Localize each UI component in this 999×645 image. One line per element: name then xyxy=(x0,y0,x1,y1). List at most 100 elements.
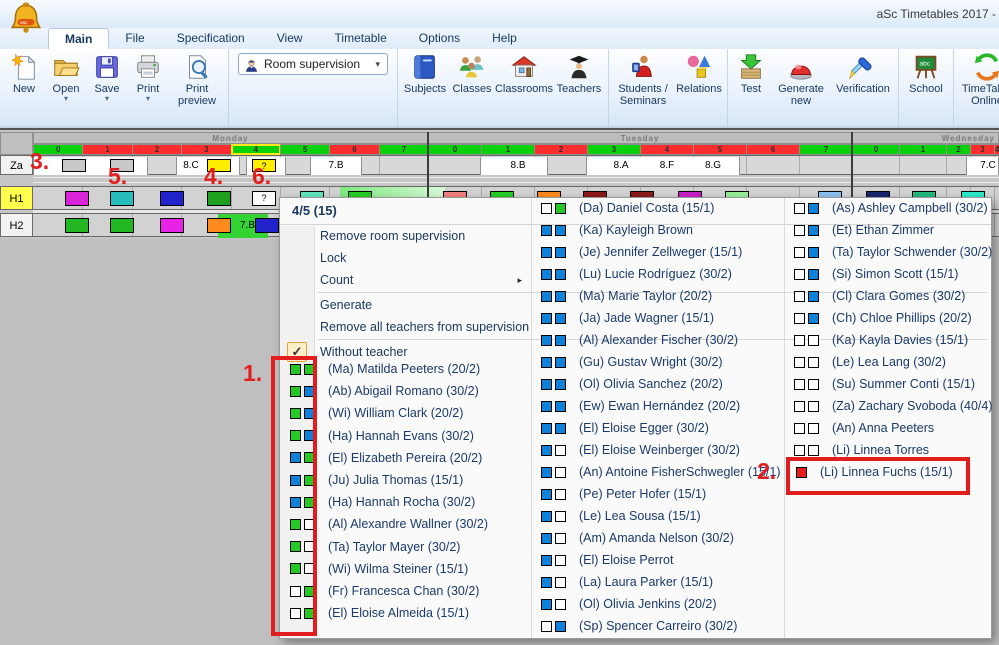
teacher-item[interactable]: (El) Elizabeth Pereira (20/2) xyxy=(280,447,540,469)
teachers-button[interactable]: Teachers xyxy=(553,50,605,95)
teacher-item[interactable]: (Ha) Hannah Evans (30/2) xyxy=(280,425,540,447)
period-cell-monday-2[interactable]: 2 xyxy=(132,144,182,155)
period-cell-wednesday-0[interactable]: 0 xyxy=(852,144,900,155)
supervision-slot[interactable] xyxy=(62,159,86,172)
period-cell-monday-6[interactable]: 6 xyxy=(329,144,379,155)
tab-help[interactable]: Help xyxy=(476,28,533,49)
teacher-item[interactable]: (Cl) Clara Gomes (30/2) xyxy=(784,285,999,307)
period-cell-monday-5[interactable]: 5 xyxy=(280,144,330,155)
teacher-item[interactable]: (Le) Lea Lang (30/2) xyxy=(784,351,999,373)
classrooms-button[interactable]: Classrooms xyxy=(495,50,553,95)
students-seminars-button[interactable]: Students / Seminars xyxy=(612,50,674,108)
teacher-item[interactable]: (Sp) Spencer Carreiro (30/2) xyxy=(531,615,794,637)
teacher-item[interactable]: (Wi) William Clark (20/2) xyxy=(280,402,540,424)
tab-specification[interactable]: Specification xyxy=(161,28,261,49)
teacher-item[interactable]: (Ju) Julia Thomas (15/1) xyxy=(280,469,540,491)
teacher-item[interactable]: (El) Eloise Weinberger (30/2) xyxy=(531,439,794,461)
period-cell-tuesday-0[interactable]: 0 xyxy=(428,144,482,155)
relations-button[interactable]: Relations xyxy=(674,50,724,95)
teacher-item[interactable]: (Am) Amanda Nelson (30/2) xyxy=(531,527,794,549)
duty-slot[interactable] xyxy=(207,191,231,206)
teacher-item[interactable]: (Su) Summer Conti (15/1) xyxy=(784,373,999,395)
teacher-item[interactable]: (Je) Jennifer Zellweger (15/1) xyxy=(531,241,794,263)
period-cell-tuesday-7[interactable]: 7 xyxy=(799,144,853,155)
teacher-item[interactable]: (Za) Zachary Svoboda (40/4) xyxy=(784,395,999,417)
subjects-button[interactable]: Subjects xyxy=(401,50,449,95)
generate-new-button[interactable]: Generate new xyxy=(771,50,831,108)
teacher-item[interactable]: (Ch) Chloe Phillips (20/2) xyxy=(784,307,999,329)
classes-button[interactable]: Classes xyxy=(449,50,495,95)
teacher-item[interactable]: (Al) Alexander Fischer (30/2) xyxy=(531,329,794,351)
duty-slot[interactable] xyxy=(160,191,184,206)
save-button[interactable]: Save▾ xyxy=(87,50,127,103)
teacher-item[interactable]: (El) Eloise Perrot xyxy=(531,549,794,571)
period-cell-monday-1[interactable]: 1 xyxy=(82,144,132,155)
teacher-item[interactable]: (El) Eloise Almeida (15/1) xyxy=(280,602,540,624)
open-button[interactable]: Open▾ xyxy=(45,50,87,103)
duty-slot[interactable] xyxy=(65,218,89,233)
teacher-item[interactable]: (El) Eloise Egger (30/2) xyxy=(531,417,794,439)
period-cell-monday-3[interactable]: 3 xyxy=(181,144,231,155)
menu-item-remove-room-supervision[interactable]: Remove room supervision xyxy=(280,225,530,247)
teacher-item[interactable]: (Ka) Kayleigh Brown xyxy=(531,219,794,241)
teacher-item[interactable]: (La) Laura Parker (15/1) xyxy=(531,571,794,593)
teacher-item[interactable]: (Ew) Ewan Hernández (20/2) xyxy=(531,395,794,417)
teacher-item[interactable]: (Si) Simon Scott (15/1) xyxy=(784,263,999,285)
test-button[interactable]: Test xyxy=(731,50,771,95)
period-cell-tuesday-3[interactable]: 3 xyxy=(587,144,641,155)
tab-timetable[interactable]: Timetable xyxy=(319,28,403,49)
teacher-item[interactable]: (Ol) Olivia Jenkins (20/2) xyxy=(531,593,794,615)
duty-slot[interactable]: ? xyxy=(252,191,276,206)
teacher-item[interactable]: (Wi) Wilma Steiner (15/1) xyxy=(280,558,540,580)
tab-options[interactable]: Options xyxy=(403,28,476,49)
teacher-item[interactable]: (Ha) Hannah Rocha (30/2) xyxy=(280,491,540,513)
period-cell-tuesday-4[interactable]: 4 xyxy=(640,144,694,155)
teacher-item[interactable]: (Ka) Kayla Davies (15/1) xyxy=(784,329,999,351)
teacher-item[interactable]: (Ta) Taylor Mayer (30/2) xyxy=(280,536,540,558)
verification-button[interactable]: Verification xyxy=(831,50,895,95)
period-cell-monday-7[interactable]: 7 xyxy=(379,144,429,155)
teacher-item[interactable]: (Le) Lea Sousa (15/1) xyxy=(531,505,794,527)
teacher-item[interactable]: (As) Ashley Campbell (30/2) xyxy=(784,197,999,219)
teacher-item[interactable]: (Gu) Gustav Wright (30/2) xyxy=(531,351,794,373)
duty-slot[interactable] xyxy=(160,218,184,233)
school-button[interactable]: abcSchool xyxy=(902,50,950,95)
teacher-item[interactable]: (An) Antoine FisherSchwegler (15/1) xyxy=(531,461,794,483)
teacher-item[interactable]: (Fr) Francesca Chan (30/2) xyxy=(280,580,540,602)
teacher-item[interactable]: (Pe) Peter Hofer (15/1) xyxy=(531,483,794,505)
tab-view[interactable]: View xyxy=(261,28,319,49)
row-header-za[interactable]: Za xyxy=(0,155,33,175)
print-button[interactable]: Print▾ xyxy=(127,50,169,103)
teacher-item[interactable]: (Ma) Matilda Peeters (20/2) xyxy=(280,358,540,380)
teacher-item[interactable]: (Al) Alexandre Wallner (30/2) xyxy=(280,513,540,535)
teacher-item[interactable]: (Da) Daniel Costa (15/1) xyxy=(531,197,794,219)
duty-slot[interactable] xyxy=(65,191,89,206)
new-button[interactable]: New xyxy=(3,50,45,95)
room-supervision-dropdown[interactable]: Room supervision▾ xyxy=(238,53,388,75)
tab-file[interactable]: File xyxy=(109,28,160,49)
row-header-h1[interactable]: H1 xyxy=(0,186,33,210)
duty-slot[interactable] xyxy=(207,218,231,233)
period-cell-tuesday-6[interactable]: 6 xyxy=(746,144,800,155)
print-preview-button[interactable]: Print preview xyxy=(169,50,225,108)
duty-slot[interactable] xyxy=(255,218,279,233)
duty-slot[interactable] xyxy=(110,218,134,233)
asc-bell-logo-icon[interactable]: asc xyxy=(8,1,44,35)
teacher-item[interactable]: (An) Anna Peeters xyxy=(784,417,999,439)
teacher-item[interactable]: (Ta) Taylor Schwender (30/2) xyxy=(784,241,999,263)
teacher-item[interactable]: (Et) Ethan Zimmer xyxy=(784,219,999,241)
period-cell-wednesday-1[interactable]: 1 xyxy=(899,144,947,155)
period-cell-wednesday-4[interactable]: 4 xyxy=(994,144,999,155)
period-cell-monday-4[interactable]: 4 xyxy=(231,144,281,155)
period-cell-tuesday-5[interactable]: 5 xyxy=(693,144,747,155)
period-cell-tuesday-2[interactable]: 2 xyxy=(534,144,588,155)
teacher-item[interactable]: (Ja) Jade Wagner (15/1) xyxy=(531,307,794,329)
teacher-item[interactable]: (Lu) Lucie Rodríguez (30/2) xyxy=(531,263,794,285)
duty-slot[interactable] xyxy=(110,191,134,206)
period-cell-wednesday-2[interactable]: 2 xyxy=(946,144,971,155)
period-cell-tuesday-1[interactable]: 1 xyxy=(481,144,535,155)
menu-item-remove-all-teachers-from-supervision[interactable]: Remove all teachers from supervision xyxy=(280,316,530,338)
teacher-item[interactable]: (Ma) Marie Taylor (20/2) xyxy=(531,285,794,307)
teacher-item[interactable]: (Ab) Abigail Romano (30/2) xyxy=(280,380,540,402)
row-header-h2[interactable]: H2 xyxy=(0,213,33,237)
